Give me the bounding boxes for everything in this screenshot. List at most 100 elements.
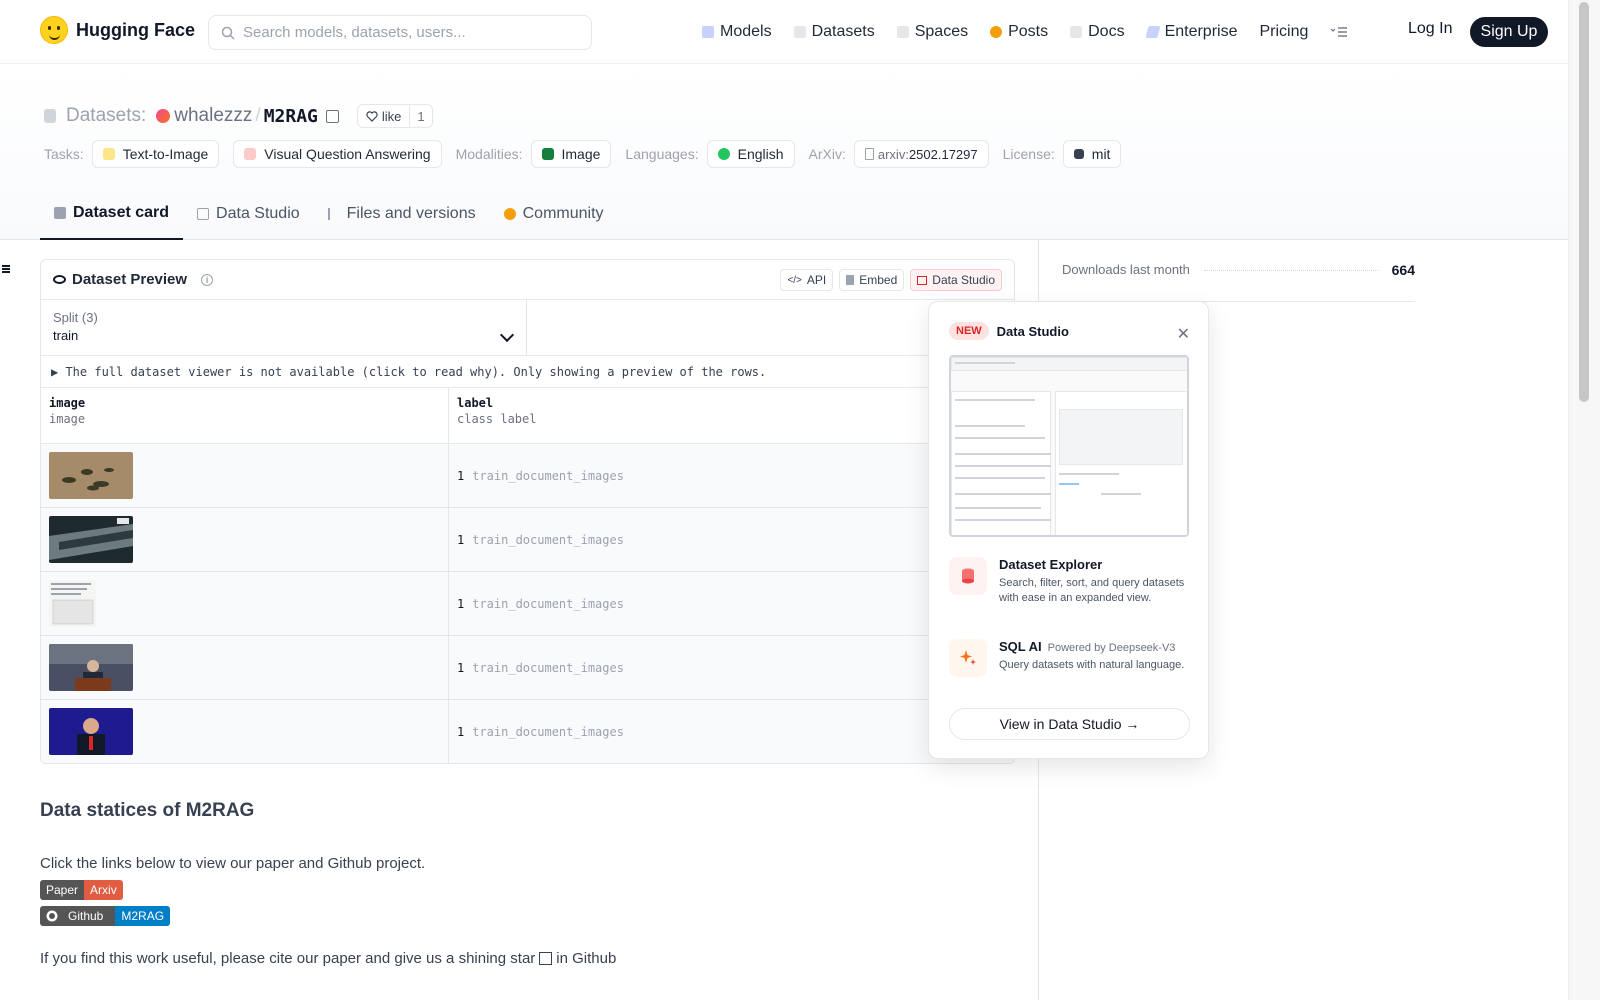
- more-menu-button[interactable]: [1330, 26, 1348, 38]
- view-in-data-studio-button[interactable]: View in Data Studio →: [949, 708, 1190, 740]
- nav-datasets[interactable]: Datasets: [793, 23, 875, 41]
- paper-badge[interactable]: Paper Arxiv: [40, 880, 123, 900]
- close-icon[interactable]: ✕: [1177, 324, 1190, 344]
- label-name: train_document_images: [472, 660, 624, 675]
- menu-list-icon: [1330, 27, 1348, 37]
- thumbnail-image[interactable]: [49, 708, 133, 755]
- embed-button-label: Embed: [859, 273, 898, 287]
- nav-pricing-label: Pricing: [1259, 23, 1309, 40]
- tag-image[interactable]: Image: [530, 140, 612, 168]
- label-value: 1: [457, 532, 465, 547]
- nav-datasets-label: Datasets: [811, 23, 875, 40]
- search-box[interactable]: [208, 15, 592, 50]
- page-scrollbar[interactable]: [1568, 0, 1600, 1000]
- tag-text-to-image[interactable]: Text-to-Image: [91, 140, 220, 168]
- label-cell: 1 train_document_images: [449, 508, 624, 571]
- column-name: label: [457, 396, 494, 410]
- split-dropdown[interactable]: Split (3) train: [41, 300, 527, 355]
- feature-sql-ai: SQL AI Powered by Deepseek-V3 Query datas…: [949, 639, 1194, 677]
- scrollbar-thumb[interactable]: [1579, 2, 1589, 402]
- tag-english[interactable]: English: [706, 140, 795, 168]
- tab-data-studio[interactable]: Data Studio: [183, 188, 314, 240]
- cube-icon: [702, 26, 714, 38]
- tag-arxiv[interactable]: arxiv: 2502.17297: [853, 140, 989, 168]
- nav-docs-label: Docs: [1088, 23, 1125, 40]
- label-name: train_document_images: [472, 596, 624, 611]
- tab-community[interactable]: Community: [490, 188, 618, 240]
- eye-icon: [53, 275, 66, 284]
- citation-text-end: in Github: [556, 950, 617, 967]
- thumbnail-image[interactable]: [49, 580, 133, 627]
- section-heading: Data statices of M2RAG: [40, 800, 255, 821]
- column-header-label[interactable]: label class label: [449, 388, 544, 443]
- tab-files[interactable]: Files and versions: [314, 188, 490, 240]
- nav-models-label: Models: [720, 23, 772, 40]
- data-studio-button-label: Data Studio: [932, 273, 995, 287]
- api-button[interactable]: </> API: [780, 269, 834, 291]
- label-value: 1: [457, 724, 465, 739]
- tab-dataset-card[interactable]: Dataset card: [40, 188, 184, 240]
- repo-name[interactable]: M2RAG: [264, 106, 318, 127]
- info-icon[interactable]: i: [201, 273, 214, 286]
- data-studio-button[interactable]: Data Studio: [910, 269, 1002, 291]
- sidebar-toggle-icon[interactable]: [2, 265, 10, 273]
- code-icon: </>: [787, 274, 802, 286]
- section-label[interactable]: Datasets:: [66, 105, 146, 127]
- thumbnail-image[interactable]: [49, 644, 133, 691]
- like-button[interactable]: like 1: [356, 104, 433, 128]
- nav-enterprise-label: Enterprise: [1164, 23, 1238, 40]
- repo-tabs: Dataset card Data Studio Files and versi…: [40, 188, 618, 240]
- nav-posts[interactable]: Posts: [990, 23, 1048, 41]
- community-icon: [503, 208, 516, 220]
- like-label: like: [381, 108, 402, 124]
- table-row[interactable]: 1 train_document_images: [41, 508, 1014, 572]
- thumbnail-image[interactable]: [49, 452, 133, 499]
- api-button-label: API: [806, 273, 827, 287]
- grid-icon: [896, 26, 909, 38]
- table-row[interactable]: 1 train_document_images: [41, 444, 1014, 508]
- label-value: 1: [457, 468, 465, 483]
- nav-models[interactable]: Models: [702, 23, 772, 41]
- nav-docs[interactable]: Docs: [1070, 23, 1125, 41]
- badge-left: Paper: [40, 880, 85, 900]
- login-button[interactable]: Log In: [1408, 20, 1452, 38]
- image-icon: [541, 148, 554, 160]
- github-badge[interactable]: Github M2RAG: [40, 906, 171, 926]
- table-row[interactable]: 1 train_document_images: [41, 700, 1014, 763]
- like-action[interactable]: like: [358, 105, 411, 127]
- badge-right: Arxiv: [84, 880, 123, 900]
- badge-right: M2RAG: [115, 906, 171, 926]
- badge-left: Github: [40, 906, 116, 926]
- viewer-notice[interactable]: ▶ The full dataset viewer is not availab…: [41, 356, 1014, 388]
- star-glyph-icon: [539, 952, 553, 965]
- tab-community-label: Community: [522, 205, 604, 222]
- thumbnail-image[interactable]: [49, 516, 133, 563]
- search-input[interactable]: [243, 24, 573, 41]
- feature-desc: Search, filter, sort, and query datasets…: [999, 577, 1185, 604]
- nav-enterprise[interactable]: Enterprise: [1144, 23, 1238, 41]
- split-value: train: [53, 328, 79, 343]
- table-row[interactable]: 1 train_document_images: [41, 572, 1014, 636]
- feature-desc: Query datasets with natural language.: [999, 659, 1185, 671]
- column-type: image: [49, 412, 86, 426]
- tag-license[interactable]: mit: [1062, 140, 1122, 168]
- owner-link[interactable]: whalezzz: [174, 105, 252, 127]
- like-count: 1: [417, 108, 425, 124]
- nav-spaces[interactable]: Spaces: [896, 23, 968, 41]
- brand-logo[interactable]: Hugging Face: [40, 16, 195, 44]
- copy-icon[interactable]: [325, 109, 339, 123]
- nav-pricing[interactable]: Pricing: [1259, 23, 1308, 41]
- dotted-leader: [1203, 270, 1378, 271]
- image-cell: [41, 572, 449, 635]
- globe-icon: [717, 148, 730, 160]
- document-icon: [864, 148, 874, 160]
- table-row[interactable]: 1 train_document_images: [41, 636, 1014, 700]
- tag-vqa[interactable]: Visual Question Answering: [233, 140, 442, 168]
- embed-button[interactable]: Embed: [839, 269, 905, 291]
- popover-title: Data Studio: [996, 323, 1069, 339]
- preview-header: Dataset Preview i </> API Embed Data Stud…: [41, 260, 1014, 300]
- column-header-image[interactable]: image image: [41, 388, 449, 443]
- signup-button[interactable]: Sign Up: [1470, 17, 1548, 47]
- data-studio-popover: NEW Data Studio ✕ Dataset Explorer Searc…: [928, 301, 1209, 759]
- metadata-tags: Tasks: Text-to-Image Visual Question Ans…: [44, 140, 1135, 168]
